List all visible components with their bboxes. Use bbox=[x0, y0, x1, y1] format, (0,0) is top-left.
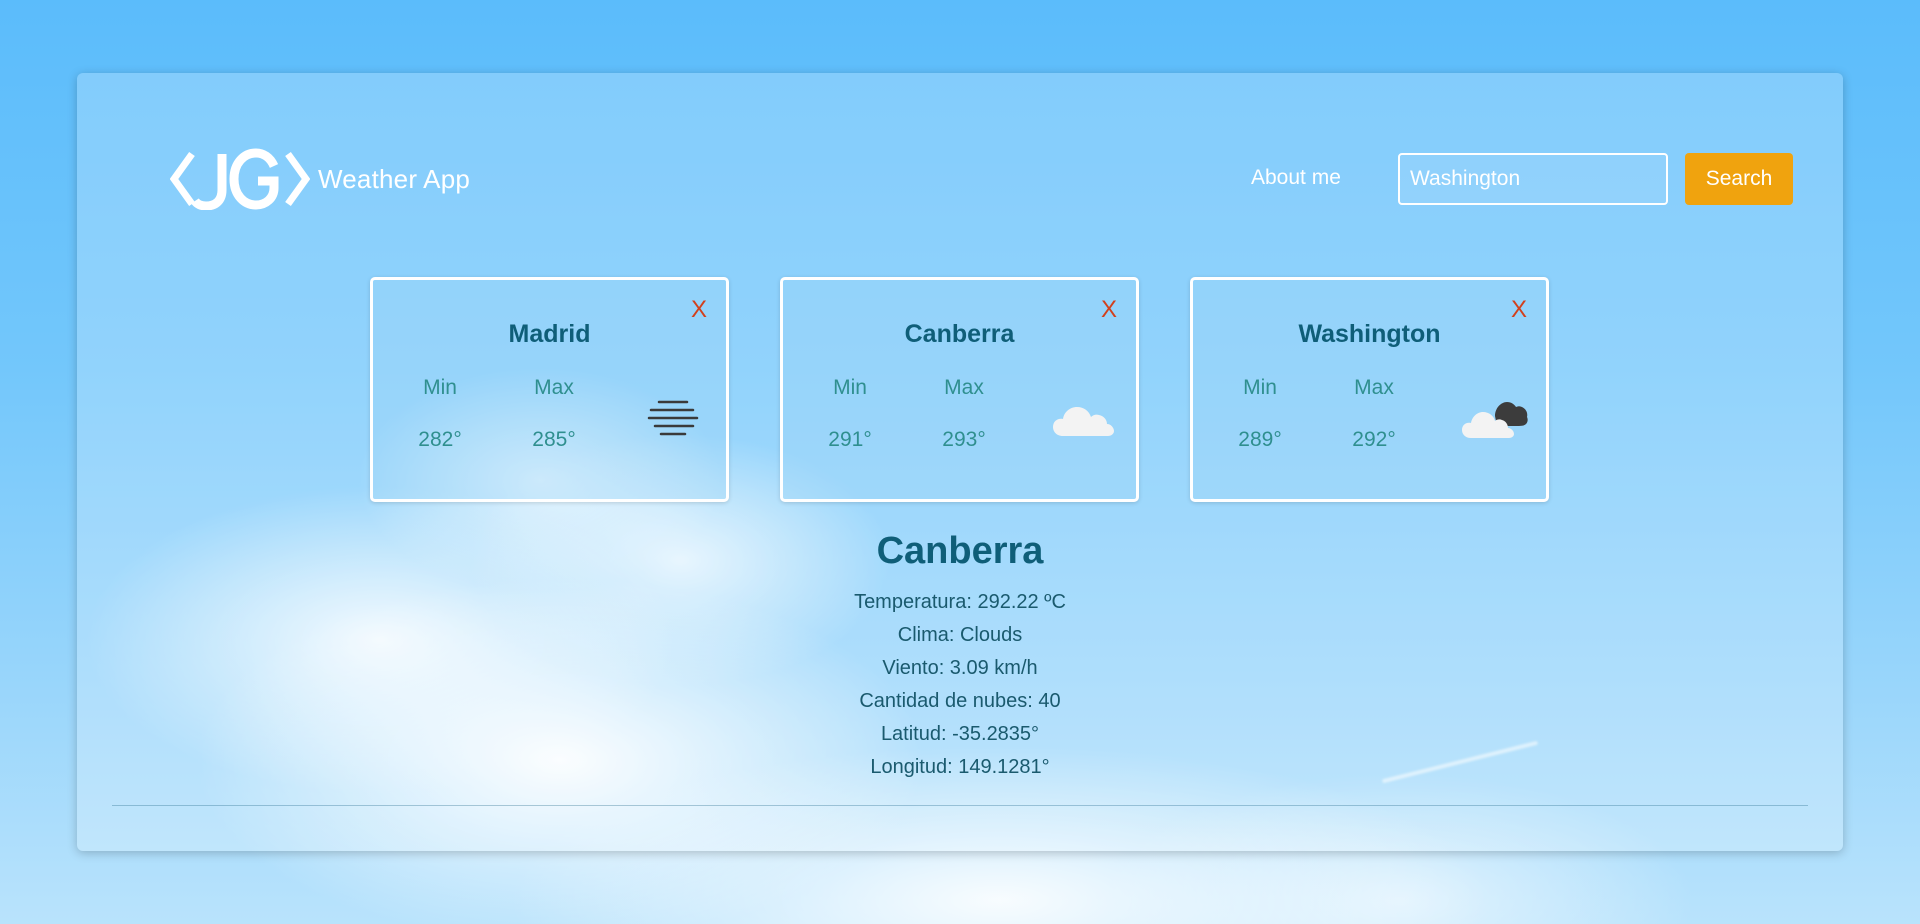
detail-temperature: Temperatura: 292.22 ºC bbox=[854, 591, 1066, 613]
card-min-value: 291° bbox=[828, 428, 872, 451]
card-min-label: Min bbox=[1243, 376, 1277, 399]
card-max-label: Max bbox=[534, 376, 574, 399]
detail-longitude: Longitud: 149.1281° bbox=[870, 756, 1050, 778]
card-max-value: 293° bbox=[942, 428, 986, 451]
search-button[interactable]: Search bbox=[1685, 153, 1793, 205]
card-city-name: Madrid bbox=[508, 320, 591, 348]
card-max-label: Max bbox=[944, 376, 984, 399]
card-city-name: Washington bbox=[1298, 320, 1441, 348]
card-min-value: 282° bbox=[418, 428, 462, 451]
mist-icon bbox=[647, 400, 699, 436]
card-min-label: Min bbox=[833, 376, 867, 399]
card-city-name: Canberra bbox=[904, 320, 1015, 348]
card-max-label: Max bbox=[1354, 376, 1394, 399]
footer-divider bbox=[112, 805, 1808, 806]
jg-logo bbox=[170, 148, 310, 210]
detail-clouds: Cantidad de nubes: 40 bbox=[859, 690, 1061, 712]
card-max-value: 292° bbox=[1352, 428, 1396, 451]
broken-clouds-icon bbox=[1462, 402, 1528, 438]
cloud-icon bbox=[1053, 407, 1114, 436]
weather-card-washington: X Washington Min Max 289° 292° bbox=[1190, 277, 1549, 502]
detail-city-name: Canberra bbox=[876, 530, 1044, 572]
about-me-link[interactable]: About me bbox=[1251, 166, 1341, 190]
card-min-label: Min bbox=[423, 376, 457, 399]
detail-wind: Viento: 3.09 km/h bbox=[882, 657, 1038, 679]
card-min-value: 289° bbox=[1238, 428, 1282, 451]
detail-weather: Clima: Clouds bbox=[897, 624, 1023, 646]
weather-card-madrid: X Madrid Min Max 282° 285° bbox=[370, 277, 729, 502]
weather-card-canberra: X Canberra Min Max 291° 293° bbox=[780, 277, 1139, 502]
card-max-value: 285° bbox=[532, 428, 576, 451]
app-title: Weather App bbox=[318, 164, 471, 194]
detail-latitude: Latitud: -35.2835° bbox=[880, 723, 1040, 745]
search-input[interactable] bbox=[1398, 153, 1668, 205]
